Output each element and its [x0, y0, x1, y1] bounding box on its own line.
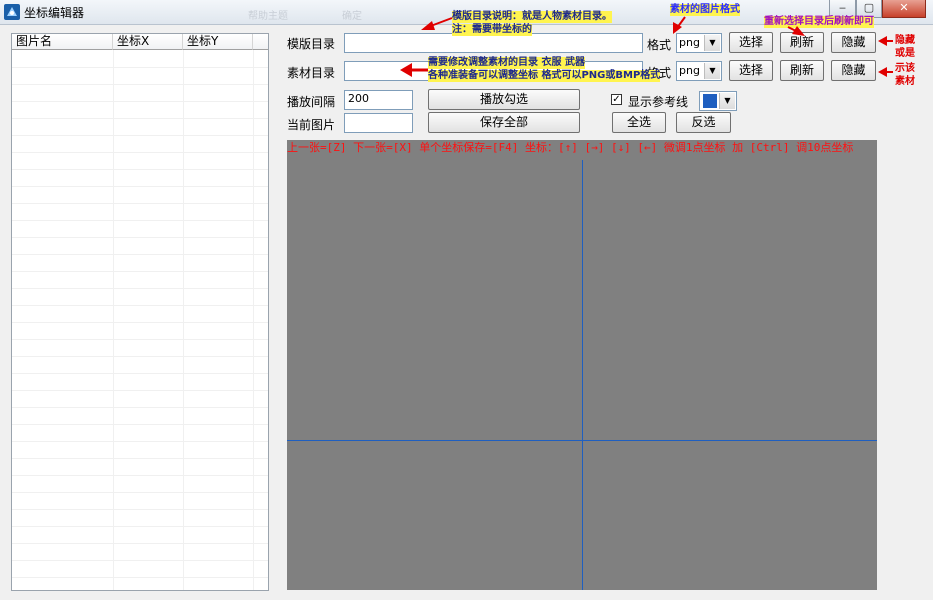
- column-header-y[interactable]: 坐标Y: [183, 34, 253, 50]
- list-row-line: [12, 373, 268, 374]
- list-row-line: [12, 237, 268, 238]
- list-row-line: [12, 339, 268, 340]
- ghost-text-help: 帮助主题: [248, 11, 288, 22]
- list-row-line: [12, 288, 268, 289]
- arrow-material-note: [400, 63, 428, 77]
- list-row-line: [12, 458, 268, 459]
- select-all-button[interactable]: 全选: [612, 112, 666, 133]
- app-icon: [4, 4, 20, 20]
- list-row-line: [12, 560, 268, 561]
- arrow-template-note: [421, 17, 453, 30]
- list-row-line: [12, 305, 268, 306]
- column-header-filler: [253, 34, 268, 50]
- list-row-line: [12, 101, 268, 102]
- window-title: 坐标编辑器: [24, 6, 85, 20]
- column-header-x[interactable]: 坐标X: [113, 34, 183, 50]
- list-row-line: [12, 322, 268, 323]
- list-row-line: [12, 390, 268, 391]
- list-row-line: [12, 441, 268, 442]
- list-row-line: [12, 84, 268, 85]
- list-row-line: [12, 186, 268, 187]
- preview-canvas[interactable]: 上一张=[Z] 下一张=[X] 单个坐标保存=[F4] 坐标：[↑] [→] […: [287, 140, 877, 590]
- list-column-line: [253, 50, 254, 590]
- list-row-line: [12, 271, 268, 272]
- list-row-line: [12, 169, 268, 170]
- list-row-line: [12, 577, 268, 578]
- list-column-line: [183, 50, 184, 590]
- list-row-line: [12, 254, 268, 255]
- list-row-line: [12, 135, 268, 136]
- list-row-line: [12, 118, 268, 119]
- list-row-line: [12, 407, 268, 408]
- arrow-hide-bottom: [878, 67, 893, 77]
- material-dir-label: 素材目录: [287, 66, 336, 80]
- list-row-line: [12, 424, 268, 425]
- list-row-line: [12, 509, 268, 510]
- reference-line-horizontal: [287, 440, 877, 441]
- arrow-format-note: [673, 16, 686, 34]
- list-row-line: [12, 543, 268, 544]
- invert-selection-button[interactable]: 反选: [676, 112, 731, 133]
- column-header-image-name[interactable]: 图片名: [12, 34, 113, 50]
- list-row-line: [12, 526, 268, 527]
- current-image-label: 当前图片: [287, 118, 336, 132]
- reference-line-vertical: [582, 160, 583, 590]
- list-row-line: [12, 67, 268, 68]
- interval-label: 播放间隔: [287, 95, 336, 109]
- shortcut-hint: 上一张=[Z] 下一张=[X] 单个坐标保存=[F4] 坐标：[↑] [→] […: [287, 141, 854, 154]
- list-row-line: [12, 203, 268, 204]
- list-row-line: [12, 220, 268, 221]
- list-row-line: [12, 152, 268, 153]
- image-list[interactable]: 图片名 坐标X 坐标Y: [11, 33, 269, 591]
- template-dir-label: 模版目录: [287, 37, 336, 51]
- save-all-button[interactable]: 保存全部: [428, 112, 580, 133]
- arrow-hide-top: [878, 36, 893, 46]
- annotation-arrows: [400, 16, 893, 77]
- list-row-line: [12, 356, 268, 357]
- current-image-input[interactable]: [344, 113, 413, 133]
- list-row-line: [12, 492, 268, 493]
- arrow-refresh-note: [787, 26, 805, 36]
- list-row-line: [12, 475, 268, 476]
- list-column-line: [113, 50, 114, 590]
